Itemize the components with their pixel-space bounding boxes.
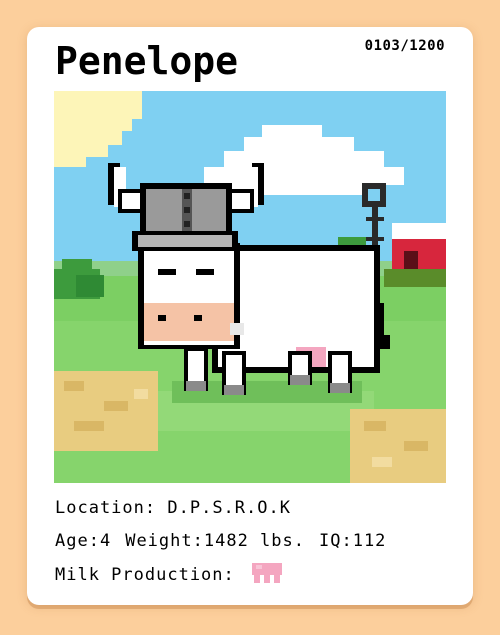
milk-label: Milk Production: (55, 565, 235, 585)
character-name: Penelope (55, 39, 239, 83)
age-value: 4 (99, 531, 112, 551)
stats-row: Age:4 Weight:1482 lbs. IQ:112 (55, 530, 386, 552)
barn-icon (384, 223, 446, 287)
character-card: Penelope 0103/1200 Location: D.P.S.R.O.K… (27, 27, 473, 605)
milk-row: Milk Production: (55, 563, 283, 591)
weight-label: Weight: (125, 531, 204, 551)
iq-value: 112 (352, 531, 387, 551)
iq-label: IQ: (318, 531, 353, 551)
serial-number: 0103/1200 (364, 38, 445, 54)
location-value: D.P.S.R.O.K (167, 498, 291, 518)
location-label: Location: (55, 498, 157, 518)
udder-icon (252, 563, 283, 591)
age-label: Age: (55, 531, 100, 551)
location-row: Location: D.P.S.R.O.K (55, 497, 291, 519)
hay-bale-right-icon (350, 409, 446, 483)
character-portrait (54, 91, 446, 483)
hay-bale-left-icon (54, 371, 158, 451)
weight-value: 1482 lbs. (203, 531, 305, 551)
